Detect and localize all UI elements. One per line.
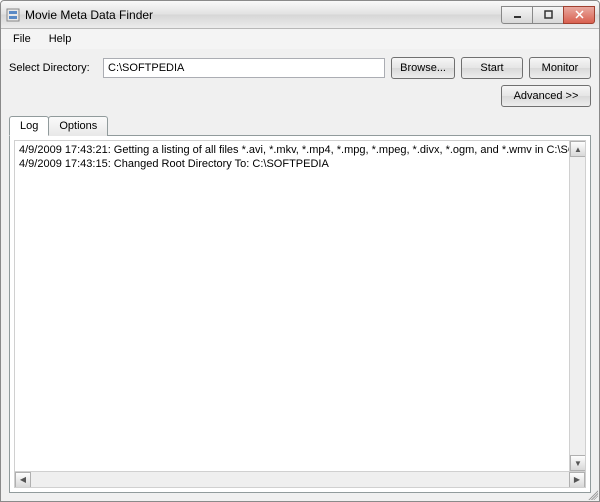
scrollbar-horizontal[interactable]: ◀ ▶ [15,471,585,487]
window-title: Movie Meta Data Finder [25,8,502,22]
tab-panel-log: 4/9/2009 17:43:21: Getting a listing of … [9,135,591,493]
log-box: 4/9/2009 17:43:21: Getting a listing of … [14,140,586,488]
advanced-row: Advanced >> [9,85,591,107]
browse-button[interactable]: Browse... [391,57,455,79]
menu-help[interactable]: Help [41,31,80,47]
scroll-right-icon[interactable]: ▶ [569,472,585,488]
scroll-left-icon[interactable]: ◀ [15,472,31,488]
monitor-button[interactable]: Monitor [529,57,591,79]
select-directory-label: Select Directory: [9,62,97,74]
directory-input[interactable] [103,58,385,78]
scroll-track-vertical[interactable] [570,157,585,455]
resize-grip-icon[interactable] [586,488,598,500]
menu-file[interactable]: File [5,31,39,47]
maximize-button[interactable] [532,6,564,24]
advanced-button[interactable]: Advanced >> [501,85,591,107]
content-area: Select Directory: Browse... Start Monito… [1,49,599,501]
log-content[interactable]: 4/9/2009 17:43:21: Getting a listing of … [15,141,585,471]
log-line: 4/9/2009 17:43:21: Getting a listing of … [19,143,581,157]
minimize-button[interactable] [501,6,533,24]
tab-options[interactable]: Options [48,116,108,136]
log-line: 4/9/2009 17:43:15: Changed Root Director… [19,157,581,171]
app-icon [5,7,21,23]
titlebar[interactable]: Movie Meta Data Finder [1,1,599,29]
scroll-up-icon[interactable]: ▲ [570,141,586,157]
window-controls [502,6,595,24]
directory-row: Select Directory: Browse... Start Monito… [9,57,591,79]
start-button[interactable]: Start [461,57,523,79]
scroll-track-horizontal[interactable] [31,472,569,488]
tab-area: Log Options 4/9/2009 17:43:21: Getting a… [9,115,591,493]
scroll-down-icon[interactable]: ▼ [570,455,586,471]
scrollbar-vertical[interactable]: ▲ ▼ [569,141,585,471]
main-window: Movie Meta Data Finder File Help Select … [0,0,600,502]
tab-log[interactable]: Log [9,116,49,136]
close-button[interactable] [563,6,595,24]
tab-strip: Log Options [9,116,591,136]
menubar: File Help [1,29,599,49]
